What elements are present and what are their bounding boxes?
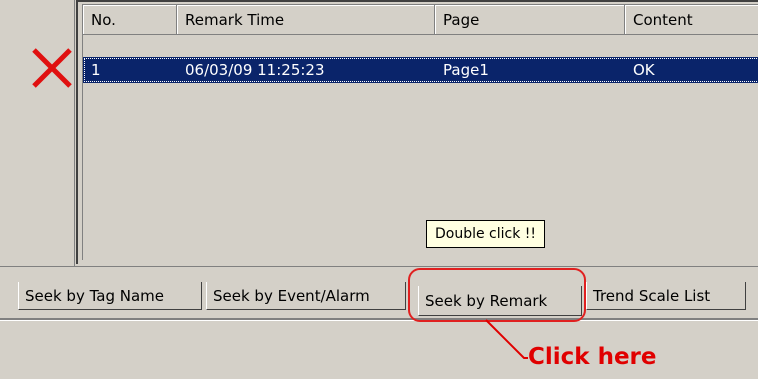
column-header-remark-time[interactable]: Remark Time (177, 5, 435, 35)
column-header-content[interactable]: Content (625, 5, 758, 35)
cell-no: 1 (91, 61, 101, 79)
tooltip: Double click !! (426, 220, 546, 248)
cell-remark-time: 06/03/09 11:25:23 (185, 61, 325, 79)
table-row[interactable]: 1 06/03/09 11:25:23 Page1 OK (83, 57, 758, 83)
column-header-no[interactable]: No. (83, 5, 177, 35)
separator (0, 318, 758, 321)
tab-trend-scale-list[interactable]: Trend Scale List (586, 282, 746, 310)
tab-seek-by-event-alarm[interactable]: Seek by Event/Alarm (206, 282, 406, 310)
list-header: No. Remark Time Page Content (83, 5, 758, 35)
cell-page: Page1 (443, 61, 489, 79)
close-x-icon[interactable] (30, 46, 74, 90)
remark-list-body: No. Remark Time Page Content 1 06/03/09 … (82, 4, 758, 260)
left-panel (8, 0, 75, 266)
tab-seek-by-tag-name[interactable]: Seek by Tag Name (18, 282, 202, 310)
click-here-label: Click here (528, 344, 657, 370)
highlight-callout (408, 268, 586, 322)
remark-list[interactable]: No. Remark Time Page Content 1 06/03/09 … (76, 0, 758, 264)
column-header-page[interactable]: Page (435, 5, 625, 35)
cell-content: OK (633, 61, 655, 79)
